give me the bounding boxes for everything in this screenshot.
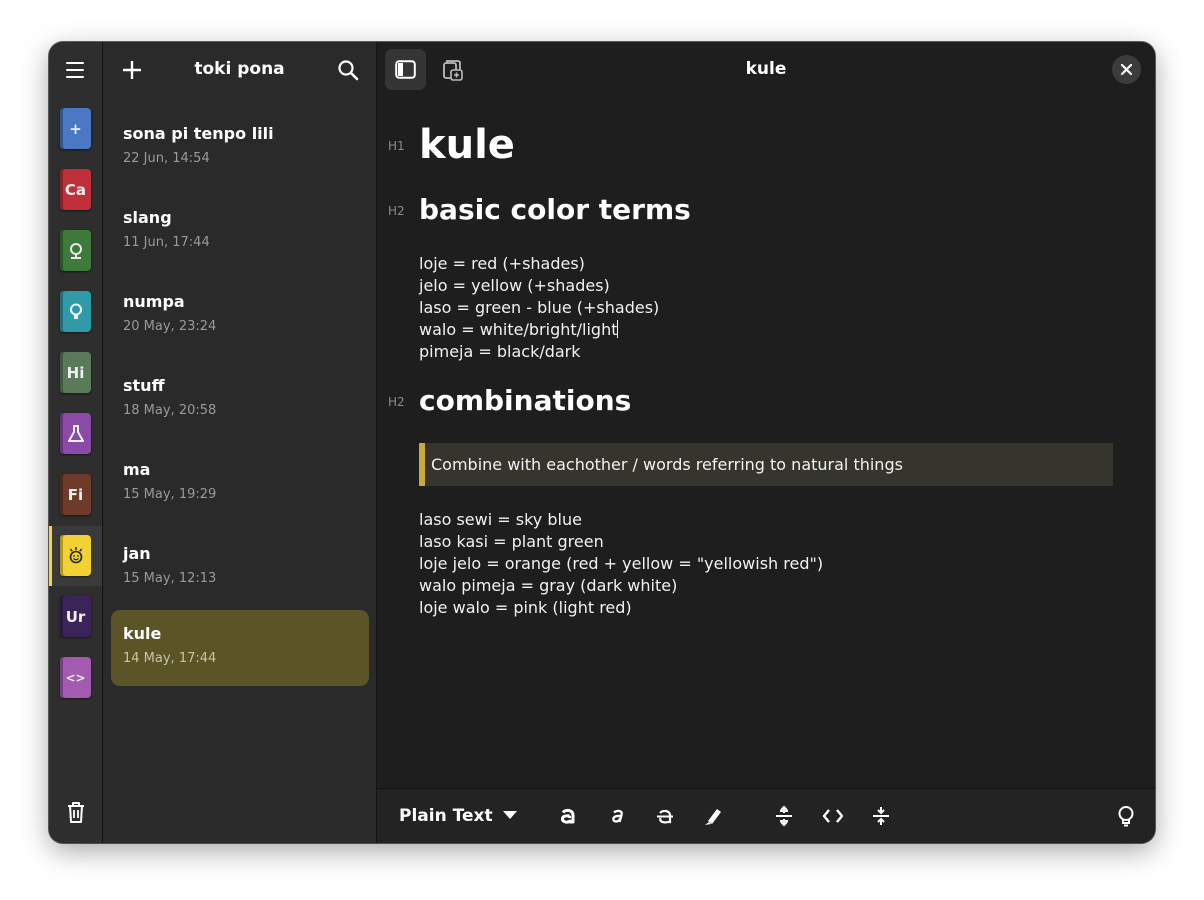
horizontal-rule-icon[interactable]	[870, 805, 892, 827]
notebook-label: Fi	[67, 485, 84, 504]
italic-icon[interactable]	[606, 805, 628, 827]
strikethrough-icon[interactable]	[654, 805, 676, 827]
note-item-selected[interactable]: kule 14 May, 17:44	[111, 610, 369, 686]
notebook-title: toki pona	[194, 59, 285, 79]
text-line: loje walo = pink (light red)	[419, 598, 632, 617]
note-date: 20 May, 23:24	[123, 319, 217, 334]
lightbulb-icon[interactable]	[1115, 805, 1137, 827]
notebook-ca[interactable]: Ca	[60, 169, 91, 210]
menu-icon[interactable]	[62, 59, 88, 81]
text-line: laso sewi = sky blue	[419, 510, 582, 529]
note-date: 15 May, 19:29	[123, 487, 217, 502]
trash-icon[interactable]	[65, 800, 87, 824]
tree-icon	[69, 242, 82, 259]
code-icon[interactable]	[822, 805, 844, 827]
paragraph-basic-colors[interactable]: loje = red (+shades) jelo = yellow (+sha…	[419, 253, 659, 363]
lightbulb-icon	[69, 303, 82, 319]
note-item[interactable]: numpa 20 May, 23:24	[111, 278, 369, 354]
text-line: laso = green - blue (+shades)	[419, 298, 660, 317]
flask-icon	[67, 424, 84, 442]
syntax-label: Plain Text	[399, 806, 493, 826]
chevron-down-icon	[502, 811, 517, 819]
note-date: 18 May, 20:58	[123, 403, 217, 418]
notebook-label: Ca	[64, 180, 87, 199]
note-title: numpa	[123, 292, 185, 311]
syntax-dropdown[interactable]: Plain Text	[399, 806, 517, 826]
note-item[interactable]: slang 11 Jun, 17:44	[111, 194, 369, 270]
text-line: jelo = yellow (+shades)	[419, 276, 610, 295]
format-toolbar: Plain Text	[377, 788, 1155, 843]
note-heading-1[interactable]: kule	[419, 122, 515, 168]
paragraph-combinations[interactable]: laso sewi = sky blue laso kasi = plant g…	[419, 509, 823, 619]
text-cursor	[617, 320, 619, 338]
notes-list-header: toki pona	[103, 42, 376, 98]
smiley-sun-icon	[69, 546, 82, 563]
text-line: walo = white/bright/light	[419, 320, 618, 339]
note-date: 11 Jun, 17:44	[123, 235, 210, 250]
blockquote[interactable]: Combine with eachother / words referring…	[419, 443, 1113, 486]
note-title: jan	[123, 544, 151, 563]
note-item[interactable]: stuff 18 May, 20:58	[111, 362, 369, 438]
blockquote-text: Combine with eachother / words referring…	[431, 455, 903, 474]
notebook-ur[interactable]: Ur	[60, 596, 91, 637]
note-title: ma	[123, 460, 151, 479]
text-line: pimeja = black/dark	[419, 342, 581, 361]
editor-header: kule	[377, 42, 1155, 98]
section-heading[interactable]: combinations	[419, 384, 631, 417]
h1-marker: H1	[388, 139, 405, 153]
notebook-label: +	[69, 119, 82, 138]
editor-title: kule	[745, 59, 787, 79]
notebook-label: Hi	[66, 363, 85, 382]
notebook-new[interactable]: +	[60, 108, 91, 149]
note-title: stuff	[123, 376, 165, 395]
h2-marker: H2	[388, 204, 405, 218]
app-window: + Ca Hi Fi Ur <> toki pona sona pi tenpo…	[49, 42, 1155, 843]
text-line: laso kasi = plant green	[419, 532, 604, 551]
note-item[interactable]: sona pi tenpo lili 22 Jun, 14:54	[111, 110, 369, 186]
text-line: loje = red (+shades)	[419, 254, 585, 273]
note-item[interactable]: ma 15 May, 19:29	[111, 446, 369, 522]
notebook-science[interactable]	[60, 413, 91, 454]
text-line: loje jelo = orange (red + yellow = "yell…	[419, 554, 824, 573]
h2-marker: H2	[388, 395, 405, 409]
note-item[interactable]: jan 15 May, 12:13	[111, 530, 369, 606]
note-date: 14 May, 17:44	[123, 651, 217, 666]
notes-list-pane: toki pona sona pi tenpo lili 22 Jun, 14:…	[103, 42, 377, 843]
notebook-label: Ur	[65, 607, 86, 626]
search-icon[interactable]	[337, 59, 359, 81]
notebook-toki-pona[interactable]	[60, 535, 91, 576]
notebook-hi[interactable]: Hi	[60, 352, 91, 393]
close-icon	[1121, 64, 1132, 75]
close-button[interactable]	[1112, 55, 1141, 84]
note-date: 15 May, 12:13	[123, 571, 217, 586]
section-heading[interactable]: basic color terms	[419, 193, 691, 226]
editor-pane: kule H1 kule H2 basic color terms loje =…	[377, 42, 1155, 843]
note-title: sona pi tenpo lili	[123, 124, 274, 143]
note-title: slang	[123, 208, 172, 227]
note-date: 22 Jun, 14:54	[123, 151, 210, 166]
notebooks-rail: + Ca Hi Fi Ur <>	[49, 42, 103, 843]
notebook-tree[interactable]	[60, 230, 91, 271]
heading-icon[interactable]	[773, 805, 795, 827]
highlight-icon[interactable]	[703, 805, 725, 827]
bold-icon[interactable]	[557, 805, 579, 827]
notebook-ideas[interactable]	[60, 291, 91, 332]
note-title: kule	[123, 624, 162, 643]
text-line: walo pimeja = gray (dark white)	[419, 576, 678, 595]
notebook-label: <>	[65, 670, 86, 685]
notebook-fi[interactable]: Fi	[60, 474, 91, 515]
notebook-code[interactable]: <>	[60, 657, 91, 698]
